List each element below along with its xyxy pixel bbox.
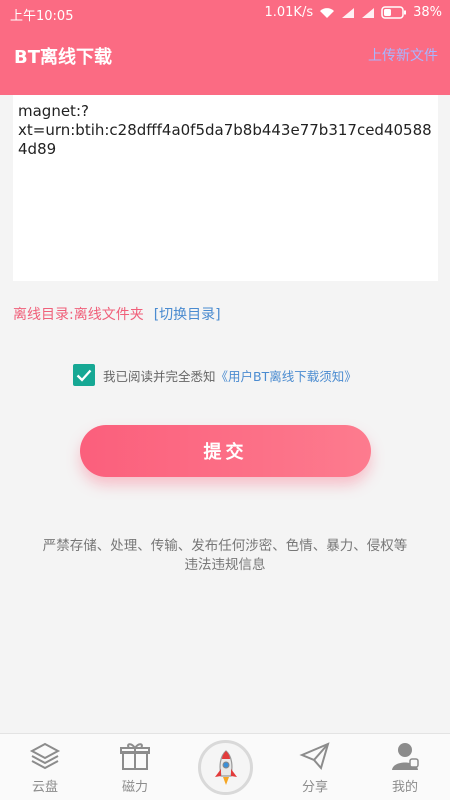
battery-icon [381, 6, 407, 19]
paper-plane-icon [299, 742, 330, 771]
submit-button[interactable]: 提交 [80, 425, 371, 477]
agreement-link[interactable]: 《用户BT离线下载须知》 [216, 369, 357, 384]
signal-icon [341, 7, 355, 19]
warning-text-content: 严禁存储、处理、传输、发布任何涉密、色情、暴力、侵权等 违法违规信息 [42, 538, 408, 573]
upload-new-file-button[interactable]: 上传新文件 [368, 45, 438, 65]
nav-share[interactable]: 分享 [270, 734, 360, 800]
wifi-icon [319, 7, 335, 19]
warning-text: 严禁存储、处理、传输、发布任何涉密、色情、暴力、侵权等 违法违规信息 [0, 537, 450, 575]
rocket-button[interactable] [198, 740, 253, 795]
nav-label: 磁力 [121, 780, 148, 795]
magnet-link-input[interactable]: magnet:? xt=urn:btih:c28dfff4a0f5da7b8b4… [13, 95, 438, 281]
nav-label: 分享 [301, 780, 328, 795]
battery-level: 38% [413, 5, 442, 20]
nav-label: 我的 [391, 780, 418, 795]
page-title: BT离线下载 [14, 47, 112, 68]
nav-cloud-disk[interactable]: 云盘 [0, 734, 90, 800]
signal-icon-2 [361, 7, 375, 19]
app-header: 上午10:05 1.01K/s 38% BT离线下载 上传新文件 [0, 0, 450, 95]
rocket-icon [214, 749, 237, 785]
agreement-text: 我已阅读并完全悉知 [103, 368, 216, 384]
layers-icon [29, 742, 61, 770]
network-speed: 1.01K/s [264, 5, 314, 20]
directory-label: 离线目录:离线文件夹 [13, 307, 144, 323]
agreement-row: 我已阅读并完全悉知《用户BT离线下载须知》 [73, 364, 357, 386]
gift-icon [120, 743, 150, 770]
check-icon [76, 369, 92, 382]
user-icon [392, 743, 419, 770]
agreement-checkbox[interactable] [73, 364, 95, 386]
nav-mine[interactable]: 我的 [360, 734, 450, 800]
status-bar: 上午10:05 1.01K/s 38% [0, 0, 450, 26]
nav-label: 云盘 [31, 780, 58, 795]
status-time: 上午10:05 [10, 9, 74, 24]
switch-directory-link[interactable]: [切换目录] [154, 304, 221, 324]
nav-magnet[interactable]: 磁力 [90, 734, 180, 800]
directory-row: 离线目录:离线文件夹 [切换目录] [13, 304, 221, 324]
